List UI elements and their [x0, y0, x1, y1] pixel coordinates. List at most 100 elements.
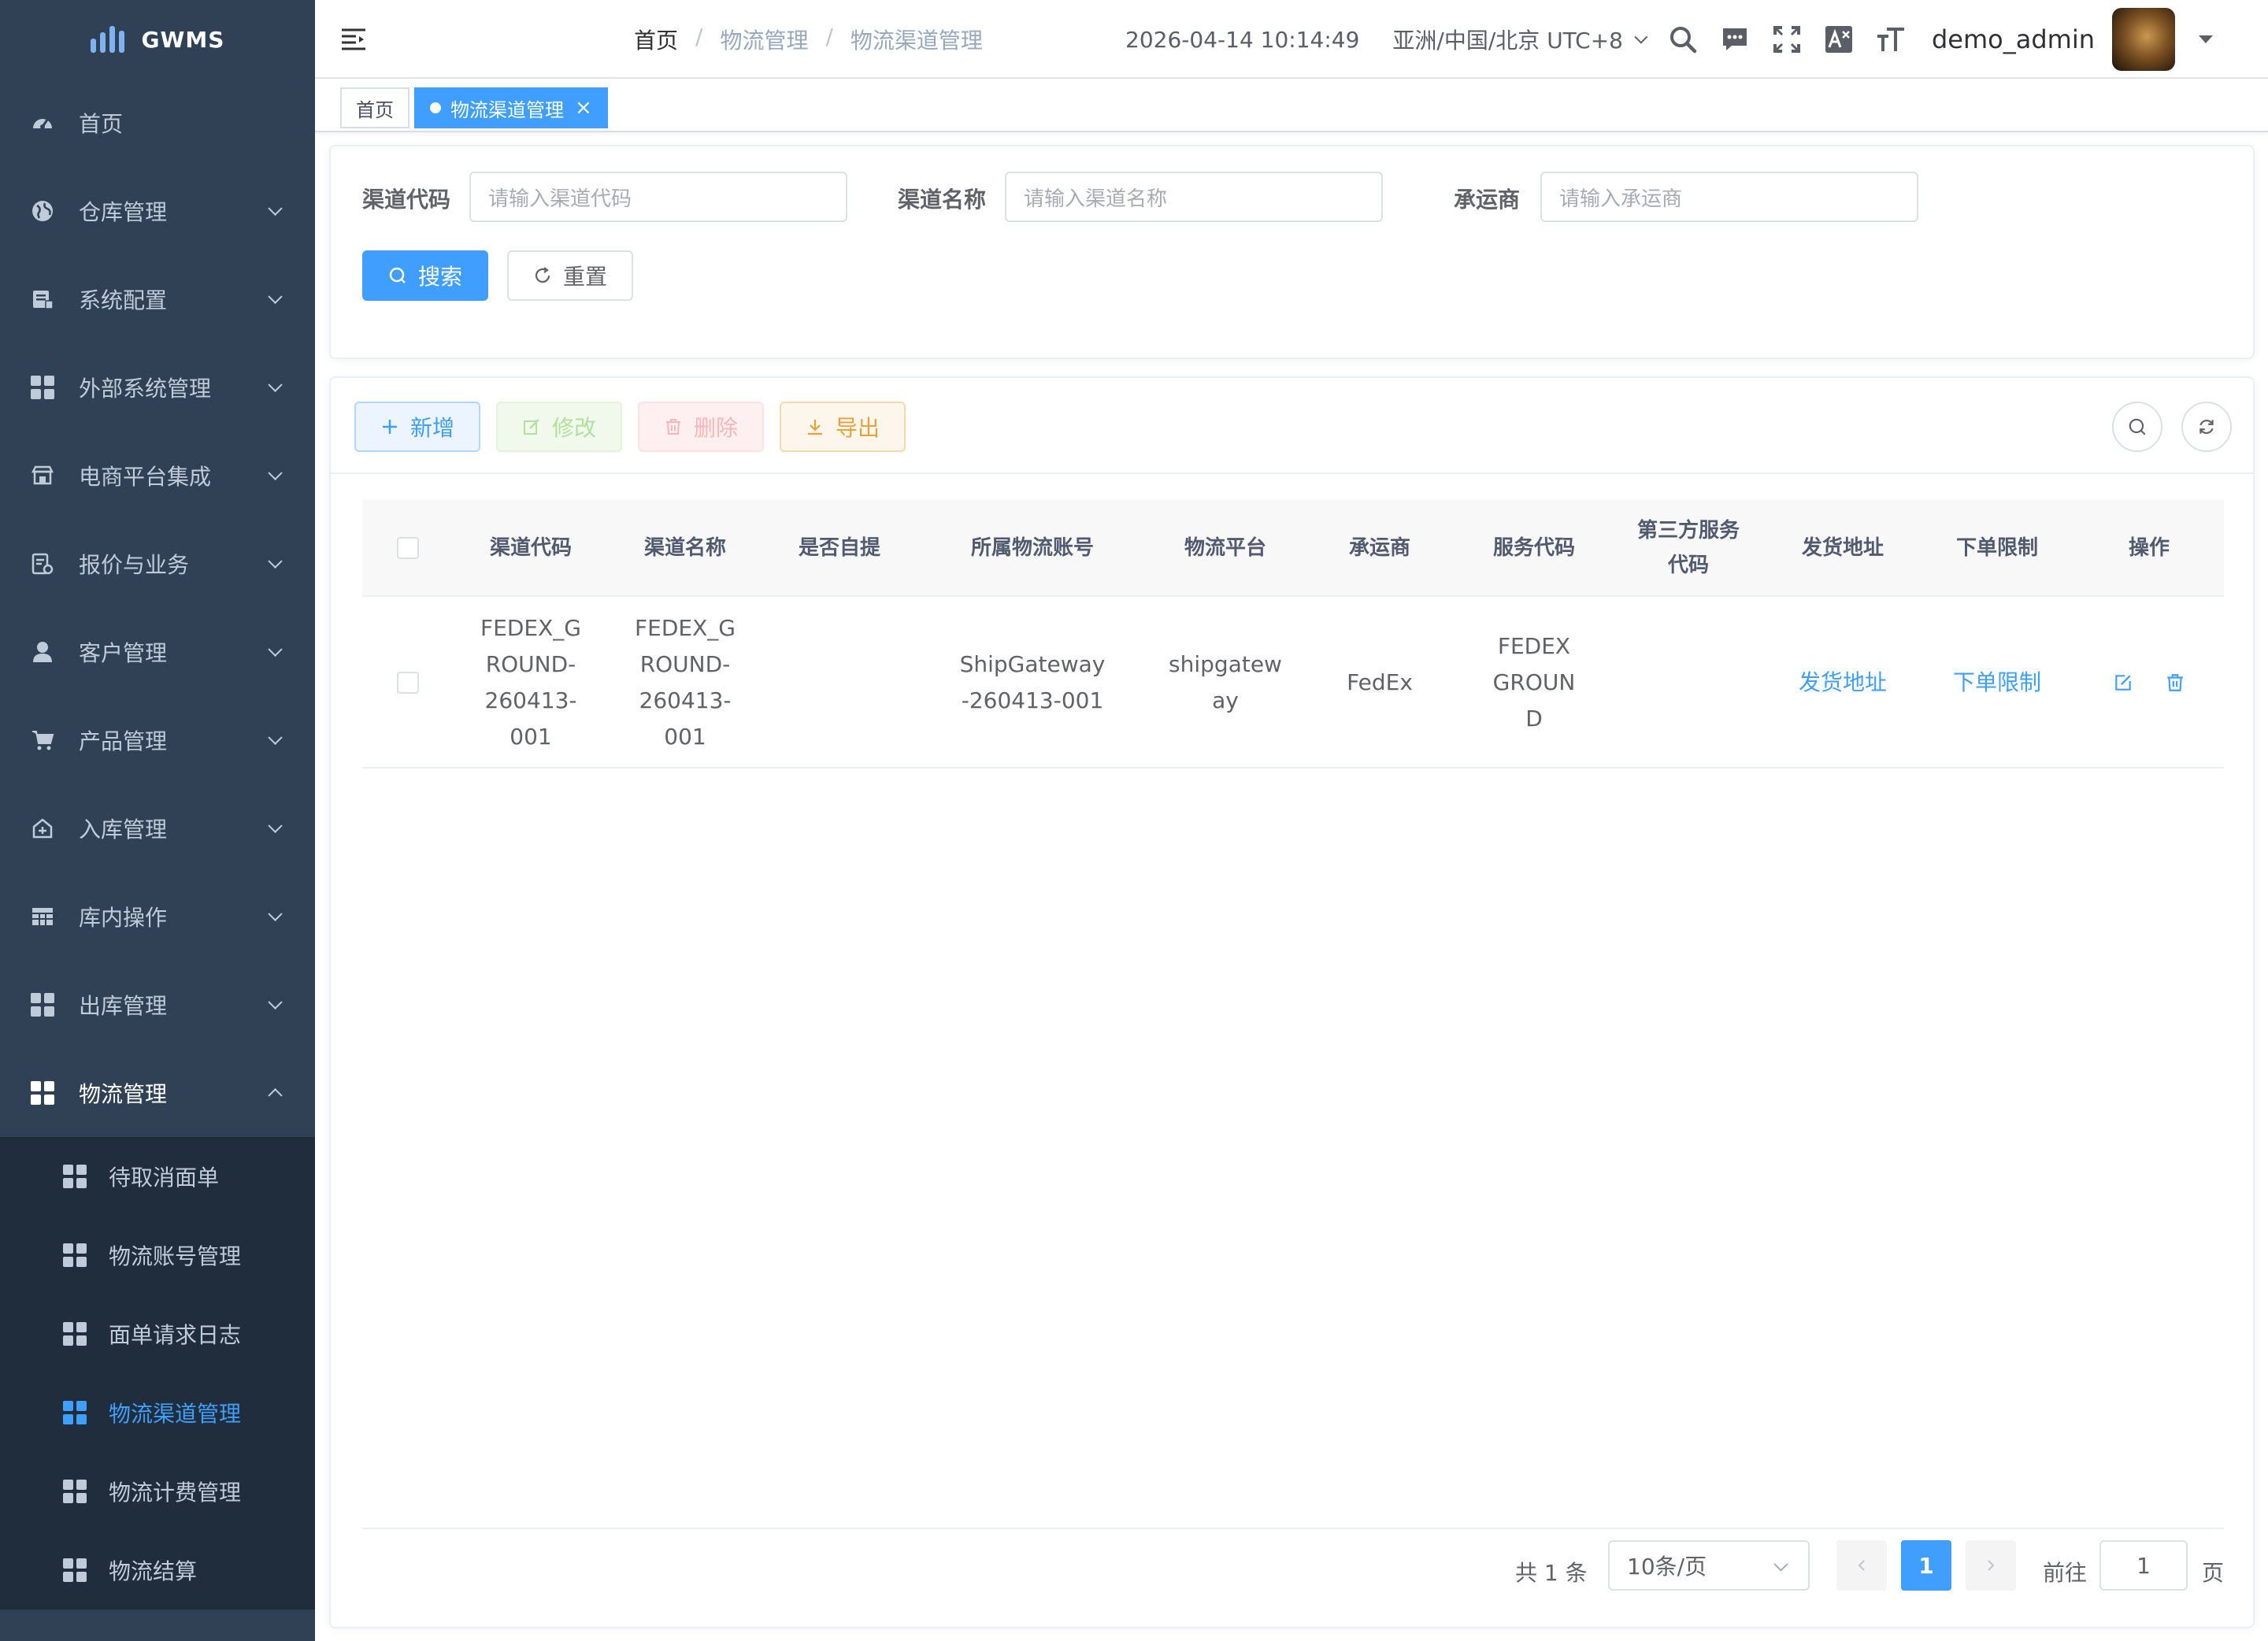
third-party-code-cell — [1611, 597, 1766, 769]
service-code-cell: FEDEX GROUND — [1492, 633, 1576, 732]
pagination-divider — [362, 1528, 2224, 1529]
sidebar-subitem-label: 物流账号管理 — [109, 1243, 242, 1269]
goto-label: 前往 — [2043, 1560, 2088, 1586]
chevron-down-icon — [1773, 1557, 1788, 1572]
trash-icon — [665, 419, 680, 435]
chevron-up-icon — [268, 1088, 283, 1103]
hamburger-icon[interactable] — [340, 27, 367, 52]
column-header: 下单限制 — [1955, 536, 2038, 560]
pagination-total: 共 1 条 — [1515, 1560, 1588, 1586]
logo[interactable]: GWMS — [0, 0, 315, 79]
chevron-down-icon — [268, 906, 283, 921]
reset-button[interactable]: 重置 — [507, 250, 633, 301]
breadcrumb-separator: / — [695, 24, 703, 50]
carrier-cell: FedEx — [1347, 669, 1413, 695]
app-name: GWMS — [141, 26, 225, 53]
reset-button-label: 重置 — [562, 264, 607, 290]
column-header: 渠道名称 — [643, 536, 726, 560]
font-size-icon[interactable] — [1873, 22, 1908, 57]
edit-icon[interactable] — [2113, 672, 2133, 693]
chevron-right-icon — [1988, 1560, 1995, 1571]
component-icon — [30, 1080, 55, 1106]
search-button[interactable]: 搜索 — [362, 250, 488, 301]
active-dot-icon — [430, 102, 441, 113]
sidebar-subitem-label-request-log[interactable]: 面单请求日志 — [0, 1295, 315, 1373]
sidebar-subitem-logistics-channels[interactable]: 物流渠道管理 — [0, 1373, 315, 1452]
sidebar-subitem-pending-cancel[interactable]: 待取消面单 — [0, 1137, 315, 1216]
sidebar-item-system-config[interactable]: 系统配置 — [0, 255, 315, 343]
sidebar-item-products[interactable]: 产品管理 — [0, 696, 315, 784]
sidebar-item-label: 物流管理 — [79, 1081, 168, 1107]
tag-home[interactable]: 首页 — [340, 87, 410, 128]
translate-icon[interactable] — [1821, 22, 1856, 57]
chevron-down-icon — [268, 730, 283, 745]
sidebar-item-label: 仓库管理 — [79, 199, 168, 225]
username[interactable]: demo_admin — [1932, 24, 2095, 54]
column-header: 操作 — [2128, 536, 2170, 560]
caret-down-icon[interactable] — [2199, 35, 2213, 43]
sidebar-item-home[interactable]: 首页 — [0, 79, 315, 167]
goto-page-input[interactable]: 1 — [2099, 1540, 2188, 1591]
sidebar-subitem-logistics-billing[interactable]: 物流计费管理 — [0, 1452, 315, 1531]
top-navbar: 首页 / 物流管理 / 物流渠道管理 2026-04-14 10:14:49 亚… — [315, 0, 2268, 79]
edit-button[interactable]: 修改 — [496, 402, 622, 452]
row-select-cell — [362, 597, 454, 769]
sidebar-item-label: 报价与业务 — [79, 552, 190, 578]
channel-code-input[interactable]: 请输入渠道代码 — [469, 172, 847, 222]
sidebar-item-quotes[interactable]: 报价与业务 — [0, 520, 315, 608]
breadcrumb-home[interactable]: 首页 — [634, 24, 678, 55]
logistics-platform-cell: shipgateway — [1169, 651, 1282, 713]
component-icon — [63, 1558, 87, 1582]
sidebar-subitem-logistics-accounts[interactable]: 物流账号管理 — [0, 1216, 315, 1295]
order-limit-link[interactable]: 下单限制 — [1920, 597, 2074, 769]
refresh-button[interactable] — [2181, 402, 2232, 452]
carrier-input[interactable]: 请输入承运商 — [1540, 172, 1918, 222]
channel-name-input[interactable]: 请输入渠道名称 — [1005, 172, 1383, 222]
page-size-value: 10条/页 — [1627, 1554, 1707, 1580]
close-icon[interactable]: × — [575, 96, 592, 120]
channel-code-label: 渠道代码 — [362, 187, 451, 213]
trash-icon[interactable] — [2165, 672, 2185, 693]
add-button-label: 新增 — [410, 415, 454, 441]
chevron-down-icon — [1634, 30, 1648, 44]
sidebar-subitem-logistics-settlement[interactable]: 物流结算 — [0, 1531, 315, 1610]
row-checkbox[interactable] — [397, 672, 419, 694]
sidebar-item-warehouse[interactable]: 仓库管理 — [0, 167, 315, 255]
fullscreen-icon[interactable] — [1770, 22, 1804, 57]
message-icon[interactable] — [1718, 22, 1752, 57]
add-button[interactable]: 新增 — [354, 402, 480, 452]
sidebar-item-customers[interactable]: 客户管理 — [0, 608, 315, 696]
prev-page-button[interactable] — [1836, 1540, 1887, 1591]
select-all-checkbox[interactable] — [397, 537, 419, 559]
sidebar-item-external-systems[interactable]: 外部系统管理 — [0, 343, 315, 432]
dashboard-icon — [30, 110, 55, 135]
chevron-down-icon — [268, 289, 283, 304]
toggle-search-button[interactable] — [2112, 402, 2162, 452]
next-page-button[interactable] — [1966, 1540, 2016, 1591]
column-header: 承运商 — [1348, 536, 1410, 560]
column-header: 第三方服务代码 — [1636, 519, 1740, 577]
ship-address-link[interactable]: 发货地址 — [1766, 597, 1920, 769]
page-number-current[interactable]: 1 — [1901, 1540, 1951, 1591]
sidebar-item-inbound[interactable]: 入库管理 — [0, 784, 315, 872]
search-button-label: 搜索 — [417, 264, 462, 290]
tag-logistics-channels[interactable]: 物流渠道管理 × — [414, 87, 608, 128]
component-icon — [63, 1165, 87, 1188]
export-button[interactable]: 导出 — [780, 402, 906, 452]
plus-icon — [382, 420, 397, 434]
user-icon — [30, 639, 55, 665]
page-size-select[interactable]: 10条/页 — [1608, 1540, 1810, 1591]
column-header: 所属物流账号 — [970, 536, 1094, 560]
sidebar-item-label: 电商平台集成 — [79, 464, 212, 490]
search-icon[interactable] — [1666, 22, 1700, 57]
export-button-label: 导出 — [835, 415, 880, 441]
timezone-selector[interactable]: 亚洲/中国/北京 UTC+8 — [1392, 24, 1648, 55]
sidebar-item-outbound[interactable]: 出库管理 — [0, 961, 315, 1049]
sidebar-item-in-warehouse-ops[interactable]: 库内操作 — [0, 872, 315, 961]
avatar[interactable] — [2112, 8, 2175, 71]
delete-button[interactable]: 删除 — [638, 402, 764, 452]
sidebar-item-logistics[interactable]: 物流管理 — [0, 1049, 315, 1137]
sidebar-item-ecommerce[interactable]: 电商平台集成 — [0, 432, 315, 520]
header-right-menu: 2026-04-14 10:14:49 亚洲/中国/北京 UTC+8 demo_… — [1125, 0, 2213, 79]
tag-label: 首页 — [356, 98, 394, 121]
